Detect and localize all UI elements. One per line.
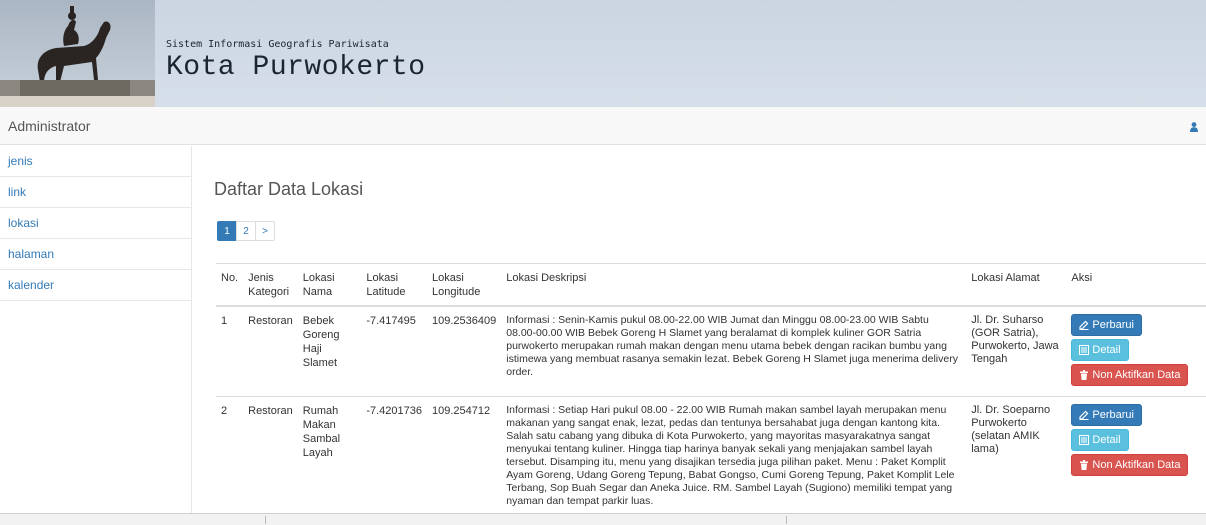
trash-icon <box>1080 370 1089 380</box>
cell-deskripsi: Informasi : Senin-Kamis pukul 08.00-22.0… <box>501 306 967 397</box>
banner-title: Kota Purwokerto <box>166 52 426 83</box>
location-table: No. Jenis Kategori Lokasi Nama Lokasi La… <box>216 263 1206 513</box>
sidebar-item-jenis[interactable]: jenis <box>0 146 191 177</box>
scrollbar-tick <box>265 516 266 524</box>
cell-nama: Bebek Goreng Haji Slamet <box>297 306 362 397</box>
cell-nama: Rumah Makan Sambal Layah <box>297 396 362 513</box>
trash-icon <box>1080 460 1089 470</box>
cell-jenis: Restoran <box>243 306 298 397</box>
header-no: No. <box>216 263 244 307</box>
cell-aksi: Perbarui Detail Non Aktifkan Data <box>1066 306 1206 397</box>
header-lokasi-nama: Lokasi Nama <box>297 263 362 307</box>
horizontal-scrollbar[interactable] <box>0 513 1206 525</box>
update-button-label: Perbarui <box>1092 409 1134 421</box>
table-row: 1 Restoran Bebek Goreng Haji Slamet -7.4… <box>216 306 1206 397</box>
cell-alamat: Jl. Dr. Soeparno Purwokerto (selatan AMI… <box>966 396 1067 513</box>
edit-icon <box>1079 320 1089 330</box>
cell-aksi: Perbarui Detail Non Aktifkan Data <box>1066 396 1206 513</box>
list-icon <box>1079 345 1090 355</box>
sidebar: jenis link lokasi halaman kalender <box>0 146 192 525</box>
page-2-button[interactable]: 2 <box>236 221 256 241</box>
main-content: Daftar Data Lokasi 1 2 > No. Jenis Kateg… <box>193 146 1206 513</box>
update-button-label: Perbarui <box>1092 319 1134 331</box>
update-button[interactable]: Perbarui <box>1071 314 1142 336</box>
page-1-button[interactable]: 1 <box>217 221 237 241</box>
banner-subtitle: Sistem Informasi Geografis Pariwisata <box>166 39 389 50</box>
sidebar-item-link[interactable]: link <box>0 177 191 208</box>
header-lokasi-latitude: Lokasi Latitude <box>361 263 427 307</box>
cell-deskripsi: Informasi : Setiap Hari pukul 08.00 - 22… <box>501 396 967 513</box>
top-navbar: Administrator <box>0 107 1206 145</box>
sidebar-item-halaman[interactable]: halaman <box>0 239 191 270</box>
header-banner: Sistem Informasi Geografis Pariwisata Ko… <box>0 0 1206 107</box>
detail-button[interactable]: Detail <box>1071 429 1129 451</box>
scrollbar-tick <box>786 516 787 524</box>
cell-no: 2 <box>216 396 244 513</box>
cell-latitude: -7.4201736 <box>361 396 427 513</box>
cell-longitude: 109.2536409 <box>427 306 502 397</box>
header-aksi: Aksi <box>1066 263 1206 307</box>
deactivate-button[interactable]: Non Aktifkan Data <box>1071 454 1189 476</box>
table-row: 2 Restoran Rumah Makan Sambal Layah -7.4… <box>216 396 1206 513</box>
cell-latitude: -7.417495 <box>361 306 427 397</box>
header-lokasi-alamat: Lokasi Alamat <box>966 263 1067 307</box>
cell-no: 1 <box>216 306 244 397</box>
header-lokasi-deskripsi: Lokasi Deskripsi <box>501 263 967 307</box>
sidebar-item-kalender[interactable]: kalender <box>0 270 191 301</box>
table-header-row: No. Jenis Kategori Lokasi Nama Lokasi La… <box>216 263 1206 307</box>
cell-jenis: Restoran <box>243 396 298 513</box>
detail-button-label: Detail <box>1092 344 1121 356</box>
pagination: 1 2 > <box>217 221 275 241</box>
deactivate-button-label: Non Aktifkan Data <box>1092 459 1181 471</box>
detail-button-label: Detail <box>1092 434 1121 446</box>
header-jenis-kategori: Jenis Kategori <box>243 263 298 307</box>
deactivate-button[interactable]: Non Aktifkan Data <box>1071 364 1189 386</box>
detail-button[interactable]: Detail <box>1071 339 1129 361</box>
list-icon <box>1079 435 1090 445</box>
header-lokasi-longitude: Lokasi Longitude <box>427 263 502 307</box>
horse-statue-logo <box>0 0 155 107</box>
user-icon[interactable] <box>1190 122 1198 132</box>
cell-longitude: 109.254712 <box>427 396 502 513</box>
sidebar-item-lokasi[interactable]: lokasi <box>0 208 191 239</box>
deactivate-button-label: Non Aktifkan Data <box>1092 369 1181 381</box>
update-button[interactable]: Perbarui <box>1071 404 1142 426</box>
page-title: Daftar Data Lokasi <box>214 179 364 199</box>
navbar-brand[interactable]: Administrator <box>8 118 90 134</box>
cell-alamat: Jl. Dr. Suharso (GOR Satria), Purwokerto… <box>966 306 1067 397</box>
next-page-button[interactable]: > <box>255 221 275 241</box>
edit-icon <box>1079 410 1089 420</box>
